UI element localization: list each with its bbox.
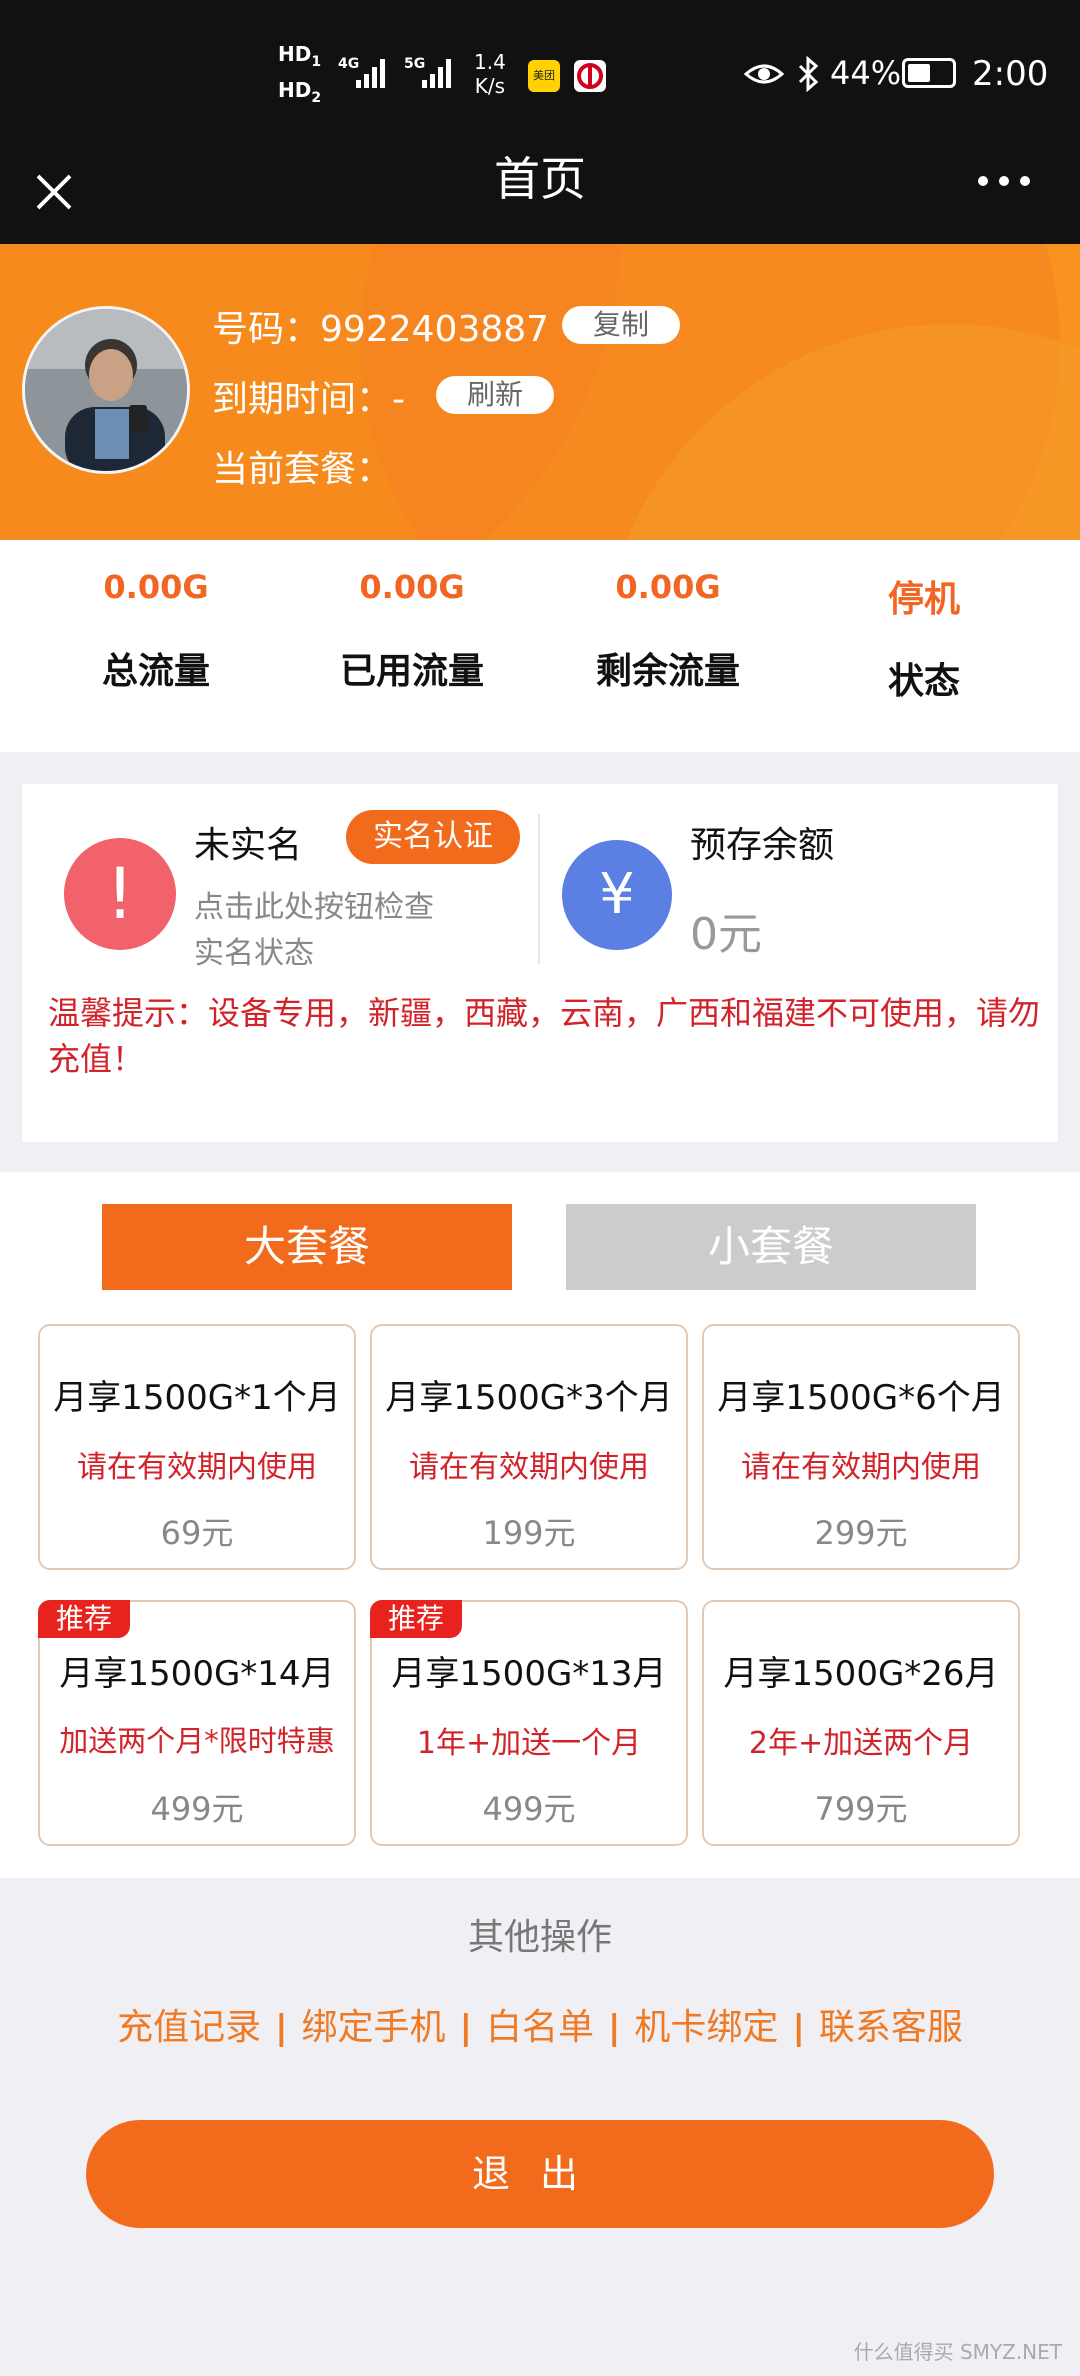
- package-subtitle: 1年+加送一个月: [416, 1726, 642, 1761]
- bind-phone-link[interactable]: 绑定手机: [302, 2007, 446, 2048]
- recommend-badge: 推荐: [38, 1600, 131, 1638]
- package-section: 大套餐 小套餐 月享1500G*1个月 请在有效期内使用 69元 月享1500G…: [0, 1172, 1080, 1878]
- package-subtitle: 2年+加送两个月: [748, 1726, 974, 1761]
- expire-row: 到期时间：-: [212, 370, 405, 422]
- status-bar: HD1 HD2 4G 5G 1.4 K/s 美团 44% 2:00: [0, 0, 1080, 150]
- meituan-app-icon: 美团: [528, 60, 560, 92]
- package-price: 299元: [814, 1514, 908, 1552]
- copy-button[interactable]: 复制: [562, 306, 680, 344]
- number-label: 号码：: [212, 309, 321, 350]
- verification-desc-1[interactable]: 点击此处按钮检查: [194, 882, 434, 926]
- hd2-sub: 2: [311, 90, 322, 106]
- package-subtitle: 加送两个月*限时特惠: [59, 1724, 335, 1758]
- package-title: 月享1500G*26月: [723, 1654, 999, 1694]
- net-speed: 1.4 K/s: [474, 50, 506, 98]
- link-separator: |: [608, 2008, 621, 2048]
- verification-title: 未实名: [194, 825, 303, 866]
- hd1-sub: 1: [311, 54, 322, 70]
- signal-icon-2: [422, 59, 451, 88]
- more-icon[interactable]: [976, 174, 1032, 188]
- package-price: 69元: [160, 1514, 234, 1552]
- package-price: 199元: [482, 1514, 576, 1552]
- verify-button[interactable]: 实名认证: [346, 810, 520, 864]
- customer-service-link[interactable]: 联系客服: [819, 2007, 963, 2048]
- expire-value: -: [392, 379, 406, 420]
- package-card[interactable]: 推荐 月享1500G*14月 加送两个月*限时特惠 499元: [38, 1600, 356, 1846]
- eye-icon: [744, 64, 784, 84]
- refresh-button[interactable]: 刷新: [436, 376, 554, 414]
- remaining-traffic-value: 0.00G: [615, 568, 721, 606]
- profile-header: 号码：9922403887 复制 到期时间：- 刷新 当前套餐：: [0, 244, 1080, 540]
- traffic-stats: 0.00G 总流量 0.00G 已用流量 0.00G 剩余流量 停机 状态: [0, 540, 1080, 752]
- balance-value: 0元: [690, 909, 762, 960]
- status-label: 状态: [887, 661, 960, 702]
- divider: [538, 814, 540, 964]
- package-price: 799元: [814, 1790, 908, 1828]
- link-separator: |: [275, 2008, 288, 2048]
- package-subtitle: 请在有效期内使用: [409, 1450, 649, 1485]
- hd2-label: HD: [278, 78, 312, 102]
- number-value: 9922403887: [320, 309, 550, 350]
- package-subtitle: 请在有效期内使用: [77, 1450, 317, 1485]
- used-traffic-value: 0.00G: [359, 568, 465, 606]
- expire-label: 到期时间：: [212, 379, 393, 420]
- hd1-indicator: HD1: [278, 42, 321, 70]
- link-separator: |: [792, 2008, 805, 2048]
- used-traffic-label: 已用流量: [339, 651, 484, 692]
- package-price: 499元: [150, 1790, 244, 1828]
- hd2-indicator: HD2: [278, 78, 321, 106]
- package-card[interactable]: 月享1500G*26月 2年+加送两个月 799元: [702, 1600, 1020, 1846]
- package-card[interactable]: 推荐 月享1500G*13月 1年+加送一个月 499元: [370, 1600, 688, 1846]
- number-row: 号码：9922403887: [212, 300, 549, 352]
- logout-button[interactable]: 退出: [86, 2120, 994, 2228]
- recharge-history-link[interactable]: 充值记录: [117, 2007, 261, 2048]
- watermark: 什么值得买 SMYZ.NET: [853, 2340, 1062, 2364]
- whitelist-link[interactable]: 白名单: [486, 2007, 594, 2048]
- other-ops-heading: 其他操作: [467, 1917, 612, 1958]
- bank-app-icon: [574, 60, 606, 92]
- other-ops-links: 充值记录 | 绑定手机 | 白名单 | 机卡绑定 | 联系客服: [0, 1998, 1080, 2050]
- bluetooth-icon: [798, 56, 819, 92]
- tab-big-package[interactable]: 大套餐: [102, 1204, 512, 1290]
- remaining-traffic-label: 剩余流量: [595, 651, 740, 692]
- package-title: 月享1500G*1个月: [53, 1378, 341, 1418]
- status-value: 停机: [887, 579, 960, 620]
- total-traffic-label: 总流量: [101, 651, 210, 692]
- card-binding-link[interactable]: 机卡绑定: [634, 2007, 778, 2048]
- page-title: 首页: [494, 152, 586, 206]
- clock: 2:00: [972, 54, 1049, 94]
- battery-icon: [902, 58, 956, 88]
- package-card[interactable]: 月享1500G*3个月 请在有效期内使用 199元: [370, 1324, 688, 1570]
- balance-title: 预存余额: [690, 825, 835, 866]
- battery-percent: 44%: [830, 54, 902, 92]
- tab-small-package[interactable]: 小套餐: [566, 1204, 976, 1290]
- account-info-card: ! 未实名 实名认证 点击此处按钮检查 实名状态 ¥ 预存余额 0元 温馨提示：…: [22, 784, 1058, 1142]
- net-speed-unit: K/s: [474, 74, 506, 98]
- hd1-label: HD: [278, 42, 312, 66]
- verification-desc-2[interactable]: 实名状态: [194, 928, 314, 972]
- package-title: 月享1500G*6个月: [717, 1378, 1005, 1418]
- package-card[interactable]: 月享1500G*1个月 请在有效期内使用 69元: [38, 1324, 356, 1570]
- package-title: 月享1500G*13月: [391, 1654, 667, 1694]
- notice-text: 温馨提示：设备专用，新疆，西藏，云南，广西和福建不可使用，请勿充值！: [48, 994, 1041, 1078]
- package-title: 月享1500G*14月: [59, 1654, 335, 1694]
- package-card[interactable]: 月享1500G*6个月 请在有效期内使用 299元: [702, 1324, 1020, 1570]
- net-speed-value: 1.4: [474, 50, 506, 74]
- avatar: [22, 306, 190, 474]
- package-subtitle: 请在有效期内使用: [741, 1450, 981, 1485]
- package-price: 499元: [482, 1790, 576, 1828]
- package-title: 月享1500G*3个月: [385, 1378, 673, 1418]
- link-separator: |: [459, 2008, 472, 2048]
- signal-icon-1: [356, 59, 385, 88]
- title-bar: 首页: [0, 150, 1080, 244]
- recommend-badge: 推荐: [370, 1600, 463, 1638]
- yuan-icon: ¥: [562, 840, 672, 950]
- total-traffic-value: 0.00G: [103, 568, 209, 606]
- alert-icon: !: [64, 838, 176, 950]
- plan-label: 当前套餐：: [212, 449, 393, 490]
